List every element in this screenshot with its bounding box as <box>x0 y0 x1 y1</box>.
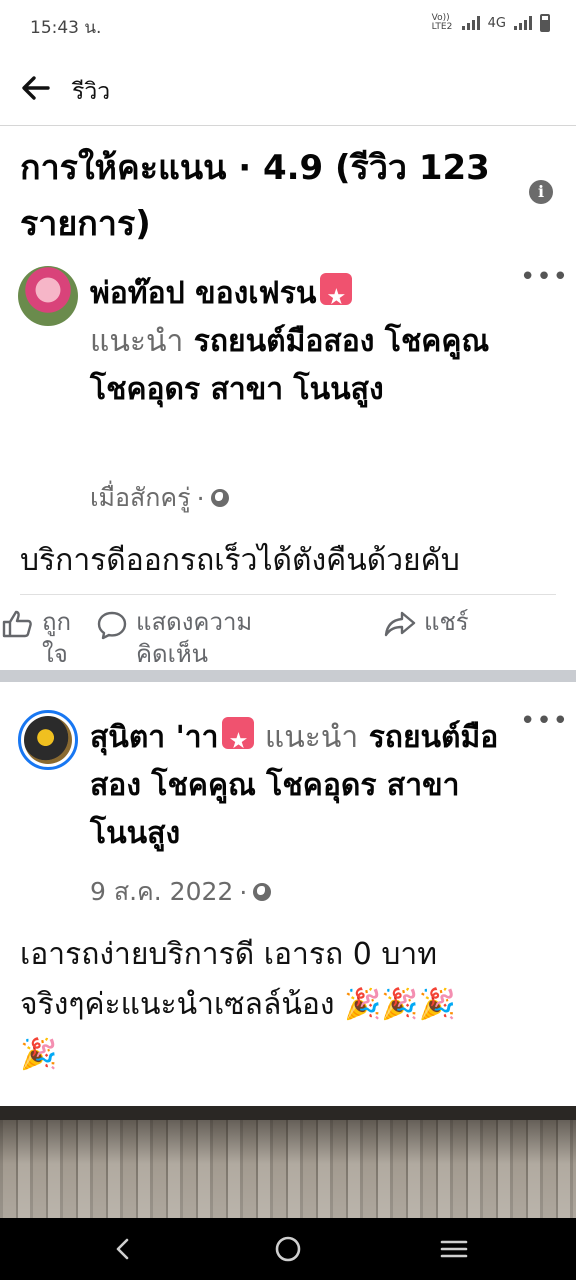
nav-home-icon[interactable] <box>271 1232 305 1266</box>
avatar[interactable] <box>18 710 78 770</box>
recommend-badge-icon <box>320 273 353 322</box>
review-time[interactable]: เมื่อสักครู่ <box>90 478 191 518</box>
review-text: บริการดีออกรถเร็วได้ตังคืนด้วยคับ <box>20 543 460 578</box>
review-header: สุนิตา 'าา แนะนำ รถยนต์มือสอง โชคคูณ โชค… <box>90 714 510 858</box>
review-author[interactable]: สุนิตา 'าา <box>90 720 218 755</box>
thumbs-up-icon <box>2 610 32 638</box>
recommend-badge-icon <box>222 717 255 766</box>
nav-back-icon[interactable] <box>106 1232 140 1266</box>
review-text-line: จริงๆค่ะแนะนำเซลล์น้อง 🎉🎉🎉 <box>20 987 457 1022</box>
nav-recents-icon[interactable] <box>437 1232 471 1266</box>
recommends-label: แนะนำ <box>90 324 184 359</box>
network-type: 4G <box>487 15 506 31</box>
review-header: พ่อท๊อป ของเฟรน แนะนำ รถยนต์มือสอง โชคคู… <box>90 270 510 414</box>
comment-button[interactable]: แสดงความคิดเห็น <box>96 606 276 666</box>
review-card: สุนิตา 'าา แนะนำ รถยนต์มือสอง โชคคูณ โชค… <box>0 704 576 1104</box>
review-text-line: 🎉 <box>20 1037 58 1072</box>
review-card: พ่อท๊อป ของเฟรน แนะนำ รถยนต์มือสอง โชคคู… <box>0 256 576 670</box>
signal-icon <box>461 16 480 30</box>
like-label: ถูกใจ <box>42 608 72 666</box>
review-time[interactable]: 9 ส.ค. 2022 <box>90 872 233 912</box>
share-icon <box>384 611 416 637</box>
review-meta: เมื่อสักครู่ · <box>90 478 229 518</box>
share-button[interactable]: แชร์ <box>384 606 469 638</box>
comment-icon <box>97 611 127 640</box>
arrow-left-icon[interactable] <box>18 70 54 106</box>
volte-label: Vo)) LTE2 <box>431 13 453 32</box>
globe-icon <box>210 489 229 507</box>
info-icon[interactable]: i <box>529 180 553 204</box>
globe-icon <box>253 883 272 901</box>
recommends-label: แนะนำ <box>264 720 359 755</box>
share-label: แชร์ <box>424 608 469 636</box>
status-icons: Vo)) LTE2 4G <box>432 14 550 32</box>
app-bar: รีวิว <box>0 50 576 126</box>
review-meta: 9 ส.ค. 2022 · <box>90 872 272 912</box>
like-button[interactable]: ถูกใจ <box>2 606 78 666</box>
avatar[interactable] <box>18 266 78 326</box>
review-text-line: เอารถง่ายบริการดี เอารถ 0 บาท <box>20 937 437 972</box>
section-separator <box>0 670 576 682</box>
rating-heading: การให้คะแนน · 4.9 (รีวิว 123 รายการ) <box>20 148 490 244</box>
comment-label: แสดงความคิดเห็น <box>136 608 253 666</box>
system-nav-bar <box>0 1218 576 1280</box>
page-title: รีวิว <box>72 79 111 105</box>
review-text: เอารถง่ายบริการดี เอารถ 0 บาท จริงๆค่ะแน… <box>20 930 560 1080</box>
review-actions: ถูกใจ แสดงความคิดเห็น แชร์ <box>0 600 576 666</box>
more-options-icon[interactable]: ••• <box>520 708 568 734</box>
divider <box>20 594 556 595</box>
review-photo[interactable] <box>0 1106 576 1218</box>
signal-icon-2 <box>514 16 532 30</box>
status-time: 15:43 น. <box>30 18 102 38</box>
review-author[interactable]: พ่อท๊อป ของเฟรน <box>90 276 316 311</box>
more-options-icon[interactable]: ••• <box>520 264 568 290</box>
battery-icon <box>540 14 550 32</box>
status-bar: 15:43 น. Vo)) LTE2 4G <box>0 0 576 50</box>
